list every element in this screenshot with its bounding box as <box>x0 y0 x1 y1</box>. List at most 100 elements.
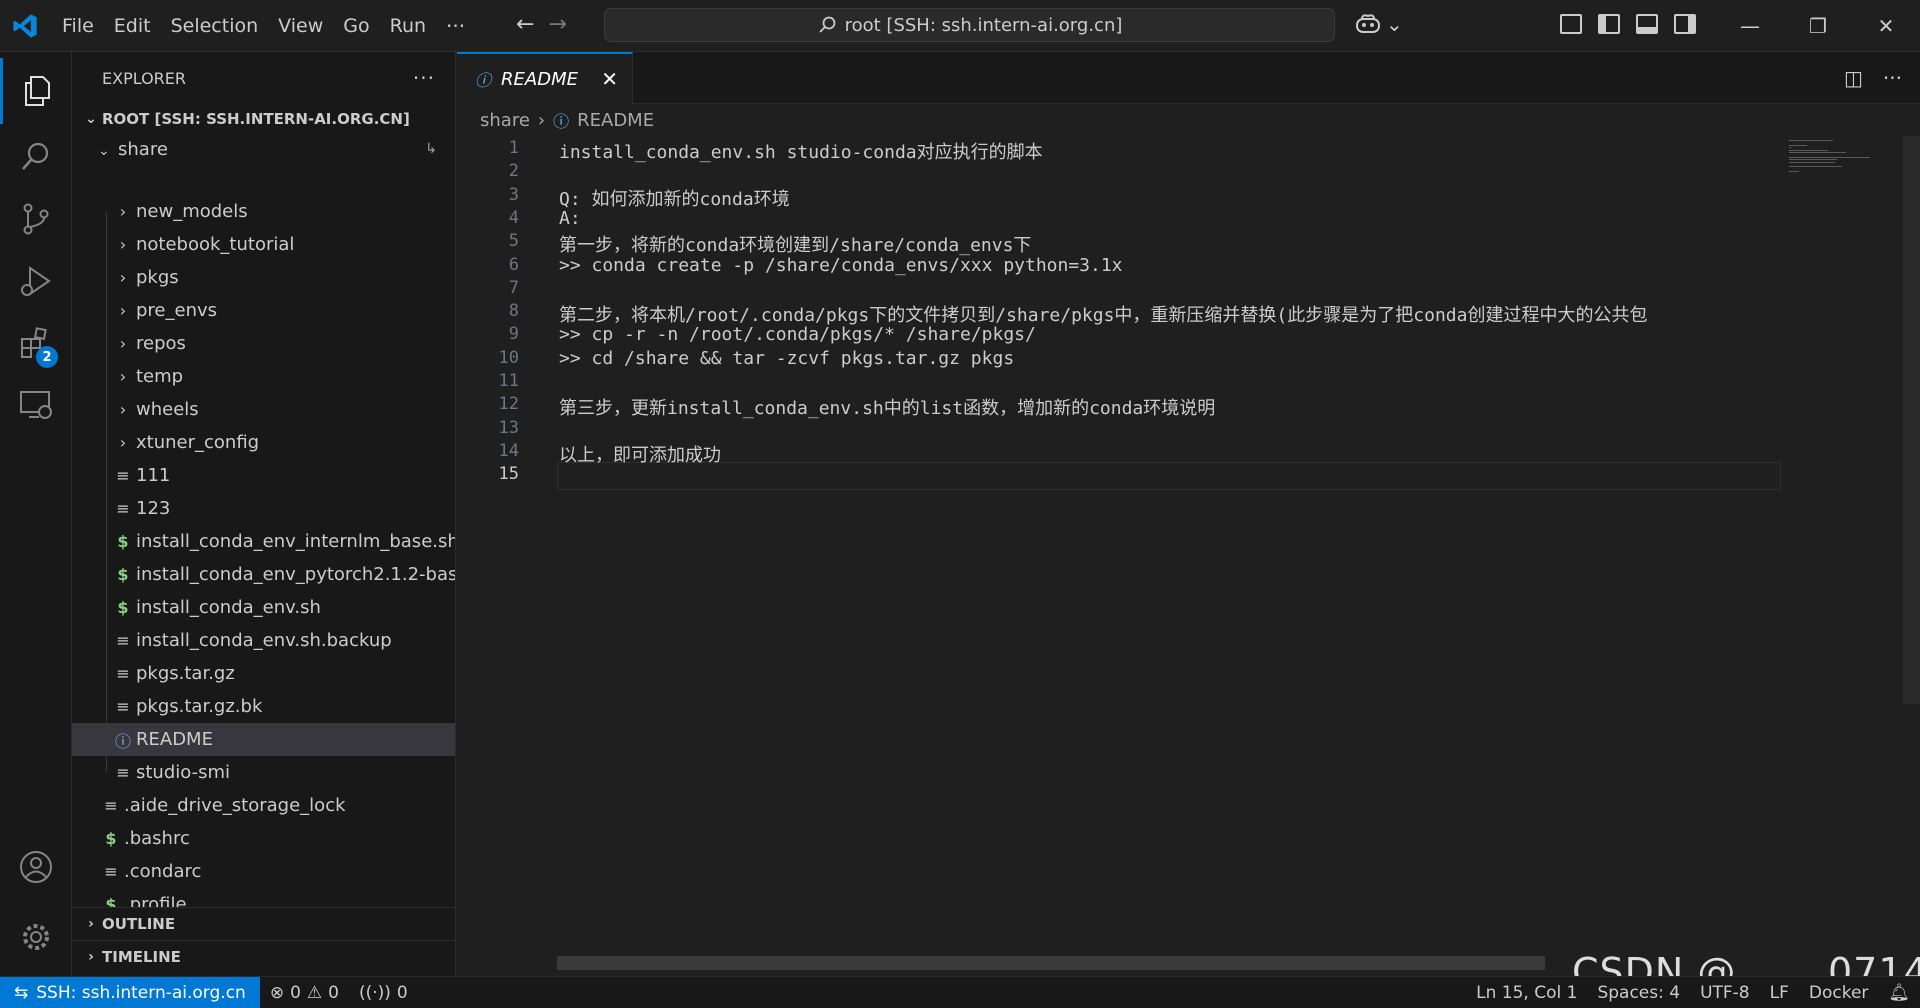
file-item[interactable]: ≡ pkgs.tar.gz <box>72 657 455 690</box>
horizontal-scrollbar[interactable] <box>557 956 1545 970</box>
minimap[interactable] <box>1783 136 1903 966</box>
folder-share[interactable]: ⌄ share ↳ <box>72 134 455 164</box>
explorer-activity[interactable] <box>0 58 72 124</box>
file-item[interactable]: $ install_conda_env.sh <box>72 591 455 624</box>
tree-item-label: wheels <box>136 399 199 420</box>
ports-indicator[interactable]: ((·)) 0 <box>349 983 418 1003</box>
explorer-more-button[interactable]: ··· <box>413 66 435 90</box>
close-icon[interactable]: ✕ <box>601 67 618 91</box>
tree-item-label: .bashrc <box>124 828 190 849</box>
toggle-primary-sidebar-icon[interactable] <box>1598 14 1620 34</box>
workspace-root[interactable]: ⌄ ROOT [SSH: SSH.INTERN-AI.ORG.CN] <box>72 104 455 134</box>
folder-item[interactable]: › notebook_tutorial <box>72 228 455 261</box>
toggle-secondary-sidebar-icon[interactable] <box>1674 14 1696 34</box>
shell-file-icon: $ <box>117 532 129 551</box>
code-line: 第三步，更新install_conda_env.sh中的list函数，增加新的c… <box>559 398 1216 419</box>
menu-edit[interactable]: Edit <box>104 15 161 37</box>
file-item[interactable]: $ install_conda_env_pytorch2.1.2-bas... <box>72 558 455 591</box>
tab-readme[interactable]: ⓘ README ✕ <box>457 52 633 104</box>
chevron-right-icon: › <box>119 367 127 386</box>
folder-item[interactable]: › pkgs <box>72 261 455 294</box>
remote-indicator[interactable]: ⇆ SSH: ssh.intern-ai.org.cn <box>0 976 260 1008</box>
navigation-arrows: ← → <box>516 12 567 37</box>
chevron-right-icon: › <box>88 949 94 965</box>
command-center[interactable]: root [SSH: ssh.intern-ai.org.cn] <box>604 8 1335 42</box>
file-icon: ≡ <box>104 796 118 815</box>
remote-explorer-activity[interactable] <box>0 372 72 438</box>
vertical-scrollbar[interactable] <box>1903 136 1920 704</box>
code-line: >> conda create -p /share/conda_envs/xxx… <box>559 255 1123 276</box>
chevron-right-icon: › <box>88 916 94 932</box>
problems-indicator[interactable]: ⊗ 0 ⚠ 0 <box>260 983 349 1003</box>
run-debug-activity[interactable] <box>0 248 72 314</box>
file-item[interactable]: ≡ .condarc <box>72 855 455 888</box>
customize-layout-icon[interactable] <box>1560 14 1582 34</box>
file-item[interactable]: ≡ studio-smi <box>72 756 455 789</box>
toggle-panel-icon[interactable] <box>1636 14 1658 34</box>
minimize-icon[interactable]: — <box>1716 0 1784 52</box>
minimap-line <box>1789 166 1842 168</box>
source-control-icon <box>23 203 49 235</box>
outline-section[interactable]: › OUTLINE <box>72 907 455 940</box>
run-debug-icon <box>21 266 51 296</box>
folder-item[interactable]: › new_models <box>72 195 455 228</box>
breadcrumb-readme[interactable]: README <box>577 110 654 131</box>
chevron-right-icon: › <box>119 334 127 353</box>
breadcrumb-share[interactable]: share <box>480 110 530 131</box>
menu-selection[interactable]: Selection <box>161 15 269 37</box>
end-of-line[interactable]: LF <box>1760 983 1799 1003</box>
source-control-activity[interactable] <box>0 186 72 252</box>
close-window-icon[interactable]: ✕ <box>1852 0 1920 52</box>
menu-run[interactable]: Run <box>380 15 436 37</box>
timeline-section[interactable]: › TIMELINE <box>72 940 455 973</box>
search-icon <box>22 142 49 170</box>
status-right: Ln 15, Col 1 Spaces: 4 UTF-8 LF Docker 🔔… <box>1466 983 1920 1003</box>
line-number: 7 <box>508 278 519 298</box>
copilot-button[interactable]: ⌄ <box>1354 12 1403 36</box>
split-editor-icon[interactable]: ◫ <box>1844 66 1863 90</box>
file-item[interactable]: ≡ .aide_drive_storage_lock <box>72 789 455 822</box>
folder-item[interactable]: › xtuner_config <box>72 426 455 459</box>
extensions-activity[interactable]: 2 <box>0 310 72 376</box>
chevron-down-icon: ⌄ <box>98 142 110 159</box>
menu-view[interactable]: View <box>268 15 333 37</box>
manage-activity[interactable] <box>0 904 72 970</box>
code-editor[interactable]: 1 install_conda_env.sh studio-conda对应执行的脚… <box>457 136 1783 966</box>
folder-item[interactable]: › repos <box>72 327 455 360</box>
folder-item[interactable]: › wheels <box>72 393 455 426</box>
back-arrow-icon[interactable]: ← <box>516 12 534 37</box>
forward-arrow-icon[interactable]: → <box>548 12 566 37</box>
file-item[interactable]: ⓘ README <box>72 723 455 756</box>
more-actions-icon[interactable]: ··· <box>1883 66 1902 90</box>
menu-file[interactable]: File <box>52 15 104 37</box>
notifications-icon[interactable]: 🔔︎ <box>1878 983 1920 1003</box>
line-number: 11 <box>498 371 519 391</box>
restore-icon[interactable]: ❐ <box>1784 0 1852 52</box>
language-mode[interactable]: Docker <box>1799 983 1879 1003</box>
warning-icon: ⚠ <box>306 982 323 1003</box>
accounts-activity[interactable] <box>0 834 72 900</box>
file-item[interactable]: $ .bashrc <box>72 822 455 855</box>
encoding[interactable]: UTF-8 <box>1690 983 1760 1003</box>
file-item[interactable]: ≡ 111 <box>72 459 455 492</box>
collapse-icon[interactable]: ↳ <box>425 141 437 157</box>
code-line: 第一步，将新的conda环境创建到/share/conda_envs下 <box>559 235 1032 256</box>
file-item[interactable]: $ install_conda_env_internlm_base.sh <box>72 525 455 558</box>
tree-item-label: install_conda_env.sh <box>136 597 321 618</box>
folder-item[interactable]: › temp <box>72 360 455 393</box>
folder-item[interactable]: › pre_envs <box>72 294 455 327</box>
menu-go[interactable]: Go <box>333 15 379 37</box>
status-bar: ⇆ SSH: ssh.intern-ai.org.cn ⊗ 0 ⚠ 0 ((·)… <box>0 976 1920 1008</box>
menu-more[interactable]: ··· <box>436 14 475 38</box>
indentation[interactable]: Spaces: 4 <box>1587 983 1690 1003</box>
file-item[interactable]: ≡ pkgs.tar.gz.bk <box>72 690 455 723</box>
editor-tabs: ⓘ README ✕ ◫ ··· <box>457 52 1920 104</box>
menu-bar: File Edit Selection View Go Run ··· <box>52 0 475 52</box>
tree-item-label: pkgs.tar.gz.bk <box>136 696 263 717</box>
shell-file-icon: $ <box>117 598 129 617</box>
search-activity[interactable] <box>0 124 72 190</box>
cursor-position[interactable]: Ln 15, Col 1 <box>1466 983 1587 1003</box>
file-item[interactable]: ≡ install_conda_env.sh.backup <box>72 624 455 657</box>
file-item[interactable]: ≡ 123 <box>72 492 455 525</box>
chevron-down-icon: ⌄ <box>85 111 97 127</box>
